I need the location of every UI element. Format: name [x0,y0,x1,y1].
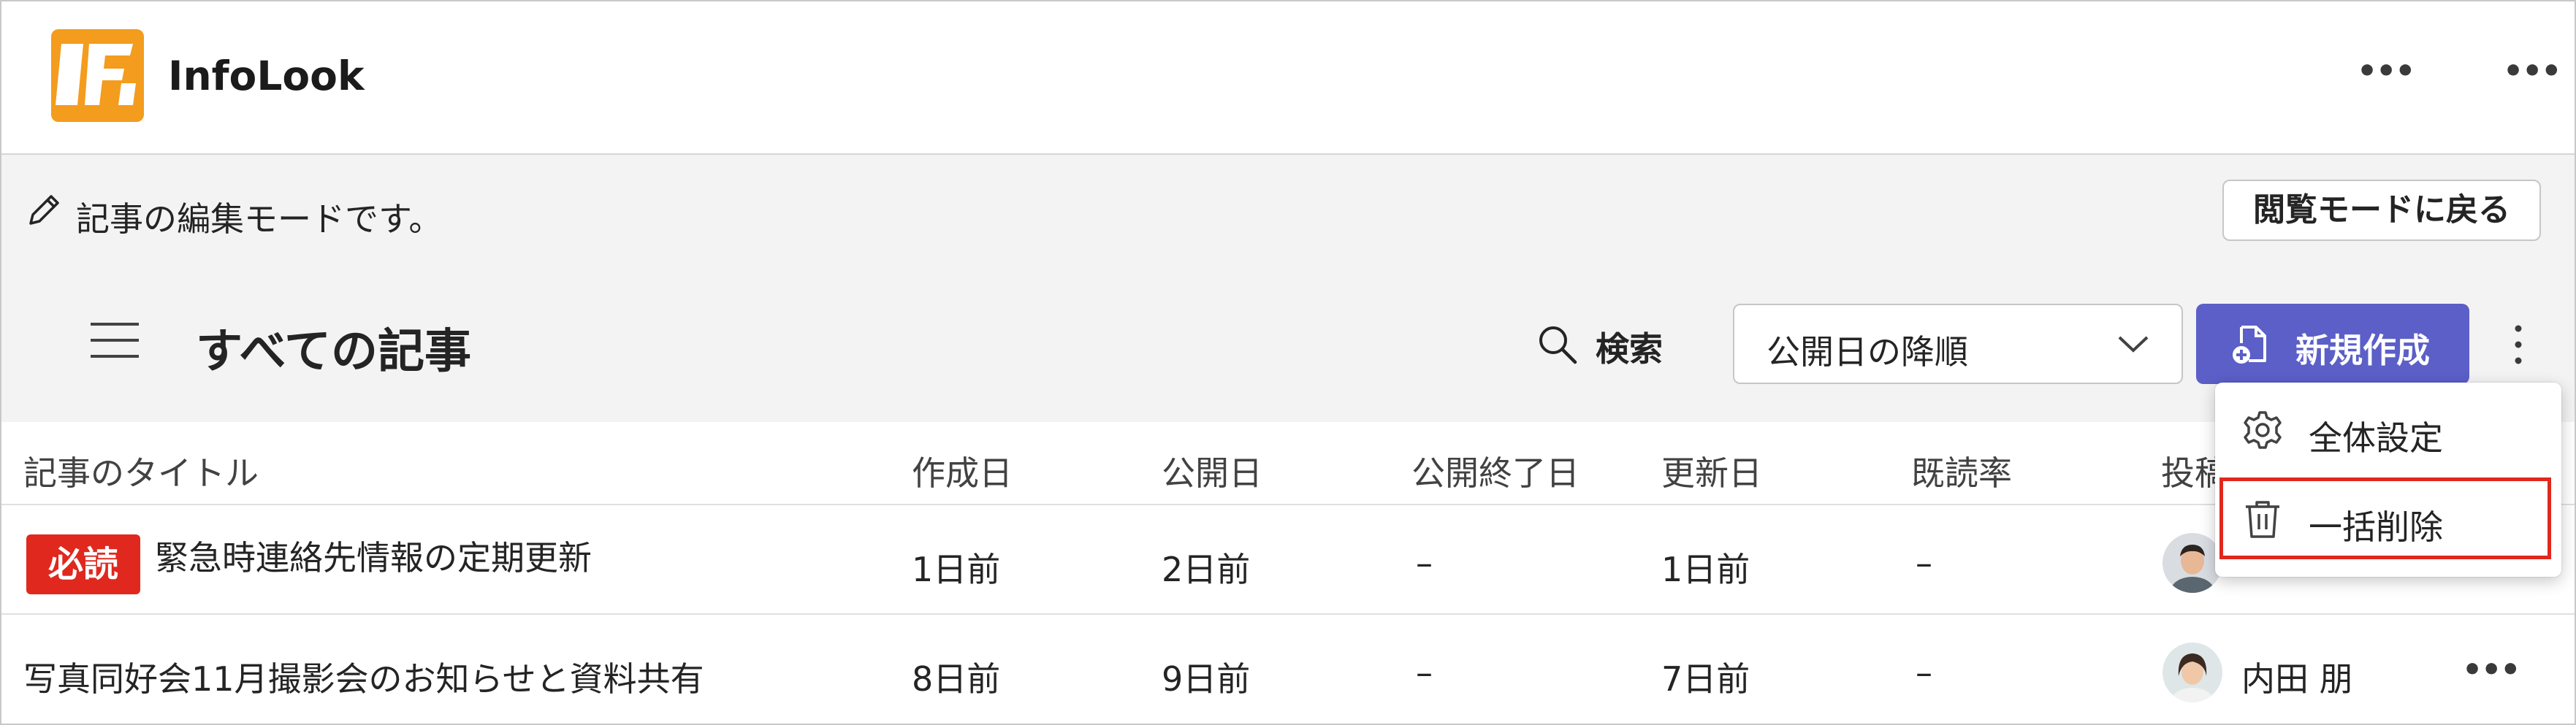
more-horizontal-icon[interactable]: ••• [2357,55,2415,88]
hamburger-menu-icon[interactable] [91,321,139,359]
column-header-updated[interactable]: 更新日 [1661,447,1762,495]
article-toolbar: すべての記事 検索 公開日の降順 新規作成 [1,263,2575,422]
created-date: 1日前 [912,550,1001,589]
app-header: InfoLook ••• ••• [1,1,2575,153]
column-header-end-date[interactable]: 公開終了日 [1411,447,1579,495]
highlight-box [2219,477,2551,559]
table-row[interactable]: 写真同好会11月撮影会のお知らせと資料共有 8日前 9日前 – 7日前 – 内田… [1,613,2575,724]
edit-mode-text: 記事の編集モードです。 [76,199,443,239]
avatar [2162,533,2222,593]
more-vertical-icon[interactable] [2507,323,2529,367]
author-name: 内田 朋 [2241,659,2353,699]
read-rate: – [1916,653,1932,692]
chevron-down-icon [2118,336,2149,353]
edit-mode-bar: 記事の編集モードです。 閲覧モードに戻る [1,153,2575,264]
column-header-title[interactable]: 記事のタイトル [23,447,259,495]
end-date: – [1416,543,1433,583]
search-icon [1539,326,1577,364]
created-date: 8日前 [912,659,1001,699]
menu-item-global-settings[interactable]: 全体設定 [2215,390,2561,470]
column-header-created[interactable]: 作成日 [912,447,1013,495]
article-title[interactable]: 写真同好会11月撮影会のお知らせと資料共有 [23,653,704,701]
infolook-logo [51,29,144,122]
more-horizontal-icon[interactable]: ••• [2462,651,2520,688]
avatar [2162,642,2222,702]
pencil-icon [29,195,59,225]
menu-item-label: 全体設定 [2309,418,2443,458]
published-date: 9日前 [1162,659,1251,699]
article-title[interactable]: 緊急時連絡先情報の定期更新 [155,532,592,580]
column-header-read-rate[interactable]: 既読率 [1911,447,2012,495]
table-row[interactable]: 必読 緊急時連絡先情報の定期更新 1日前 2日前 – 1日前 – [1,504,2575,615]
end-date: – [1416,653,1433,692]
more-horizontal-icon[interactable]: ••• [2503,55,2561,88]
app-window: InfoLook ••• ••• 記事の編集モードです。 閲覧モードに戻る すべ… [0,0,2576,725]
overflow-menu: 全体設定 一括削除 [2215,383,2561,577]
published-date: 2日前 [1162,550,1251,589]
sort-value: 公開日の降順 [1767,332,1968,372]
search-label: 検索 [1596,329,1663,369]
read-rate: – [1916,543,1932,583]
updated-date: 1日前 [1661,550,1750,589]
new-article-button[interactable]: 新規作成 [2196,304,2469,384]
sort-dropdown[interactable]: 公開日の降順 [1733,304,2183,384]
required-badge: 必読 [26,534,140,594]
page-title: すべての記事 [196,325,471,379]
column-header-published[interactable]: 公開日 [1162,447,1262,495]
app-title: InfoLook [168,53,365,99]
gear-icon [2244,411,2282,449]
back-to-view-mode-button[interactable]: 閲覧モードに戻る [2222,180,2541,241]
new-document-icon [2233,326,2266,364]
new-article-label: 新規作成 [2295,331,2430,370]
updated-date: 7日前 [1661,659,1750,699]
